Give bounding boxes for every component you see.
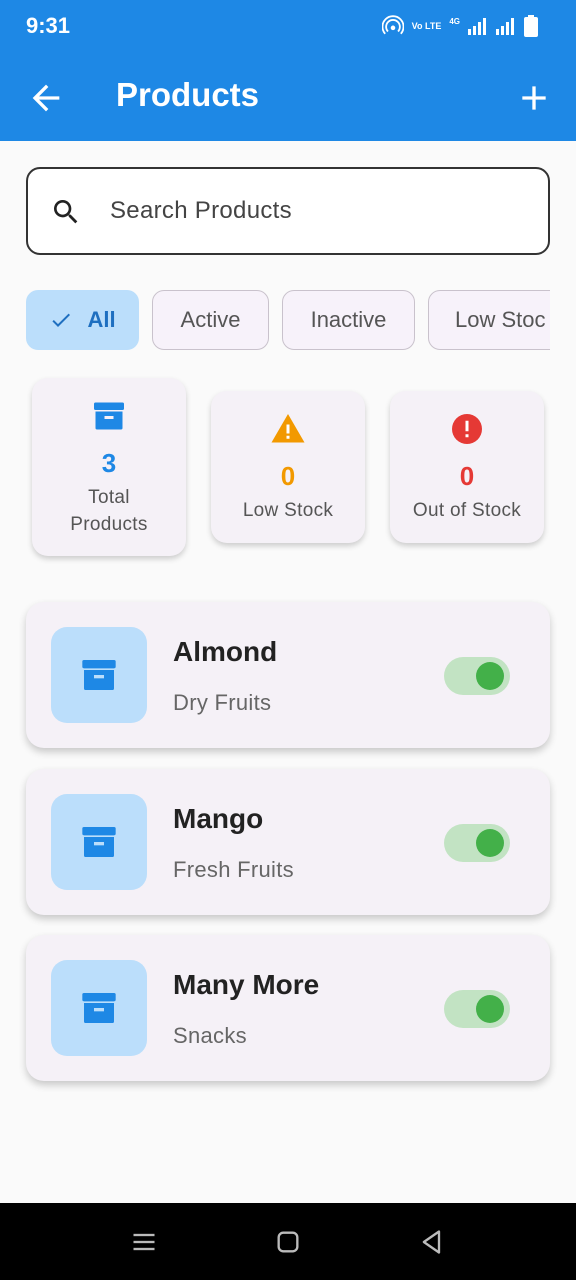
product-thumbnail <box>51 794 147 890</box>
product-category: Snacks <box>173 1023 247 1048</box>
stat-label: Out of Stock <box>412 500 522 521</box>
status-time: 9:31 <box>26 13 71 38</box>
product-name: Many More <box>173 969 320 1000</box>
filter-chip-low-stock[interactable]: Low Stoc <box>428 290 550 350</box>
product-card[interactable]: Almond Dry Fruits <box>26 602 550 748</box>
stat-label: Low Stock <box>242 500 334 521</box>
filter-chips: All Active Inactive Low Stoc <box>26 290 550 352</box>
stat-value: 3 <box>101 448 117 478</box>
status-icons: Vo LTE 4G <box>381 14 538 38</box>
filter-chip-all[interactable]: All <box>26 290 139 350</box>
home-icon[interactable] <box>274 1228 302 1256</box>
stat-value: 0 <box>459 461 475 491</box>
inventory-box-icon <box>94 402 124 430</box>
toggle-knob <box>476 995 504 1023</box>
search-icon <box>54 200 78 224</box>
product-thumbnail <box>51 627 147 723</box>
battery-icon <box>524 15 538 37</box>
warning-icon <box>271 414 305 443</box>
filter-chip-active[interactable]: Active <box>152 290 269 350</box>
stat-label-line2: Products <box>70 514 148 535</box>
stat-card-out-of-stock: 0 Out of Stock <box>390 391 544 543</box>
product-active-toggle[interactable] <box>444 824 510 862</box>
page-title: Products <box>116 76 260 113</box>
product-active-toggle[interactable] <box>444 990 510 1028</box>
add-product-button[interactable] <box>514 78 554 118</box>
status-bar: 9:31 Vo LTE 4G <box>0 0 576 52</box>
arrow-back-icon <box>32 84 60 112</box>
menu-icon[interactable] <box>130 1228 158 1256</box>
search-box[interactable] <box>26 167 550 255</box>
filter-chip-label: Low Stoc <box>455 307 546 332</box>
toggle-knob <box>476 662 504 690</box>
back-button[interactable] <box>26 78 66 118</box>
system-nav-bar <box>0 1203 576 1280</box>
signal-icon <box>468 18 486 35</box>
stat-card-low-stock: 0 Low Stock <box>211 391 365 543</box>
filter-chip-label: All <box>87 307 116 332</box>
network-label: Vo LTE <box>411 20 442 31</box>
product-active-toggle[interactable] <box>444 657 510 695</box>
product-name: Mango <box>173 803 264 834</box>
filter-chip-label: Active <box>180 307 241 332</box>
plus-icon <box>522 86 546 110</box>
product-name: Almond <box>173 636 278 667</box>
search-input[interactable] <box>110 189 530 233</box>
product-thumbnail <box>51 960 147 1056</box>
product-card[interactable]: Many More Snacks <box>26 935 550 1081</box>
error-icon <box>452 414 482 444</box>
hotspot-icon <box>381 15 404 35</box>
inventory-box-icon <box>82 827 116 857</box>
toggle-knob <box>476 829 504 857</box>
app-bar: Products <box>0 52 576 141</box>
signal-icon-2 <box>496 18 514 35</box>
product-category: Dry Fruits <box>173 690 272 715</box>
product-card[interactable]: Mango Fresh Fruits <box>26 769 550 915</box>
filter-chip-label: Inactive <box>310 307 387 332</box>
back-triangle-icon[interactable] <box>418 1228 446 1256</box>
stat-card-total-products: 3 Total Products <box>32 378 186 556</box>
network-gen: 4G <box>449 16 460 26</box>
product-category: Fresh Fruits <box>173 857 294 882</box>
inventory-box-icon <box>82 993 116 1023</box>
stat-label-line1: Total <box>88 487 130 508</box>
check-icon <box>52 313 71 327</box>
filter-chip-inactive[interactable]: Inactive <box>282 290 415 350</box>
stat-value: 0 <box>280 461 296 491</box>
inventory-box-icon <box>82 660 116 690</box>
